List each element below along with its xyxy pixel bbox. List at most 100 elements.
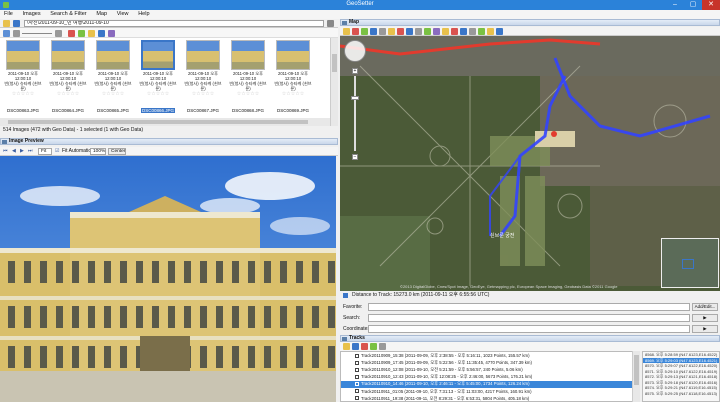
- thumb-size-slider[interactable]: [22, 33, 52, 34]
- search-go-icon[interactable]: ▶: [692, 314, 718, 322]
- map-tools-icon[interactable]: [379, 28, 386, 35]
- track-checkbox[interactable]: [355, 360, 359, 365]
- open-track-icon[interactable]: [343, 343, 350, 350]
- map-set-icon[interactable]: [361, 28, 368, 35]
- thumbnail-hscrollbar[interactable]: [0, 118, 330, 126]
- map-pan-control[interactable]: [344, 40, 366, 62]
- trackpoint-row[interactable]: 8568. 오후 5:28:59 (N47.6123,E16.4522): [643, 352, 719, 358]
- folder-path-input[interactable]: \사진\2011-09-10_빈 여행\2011-09-10: [24, 20, 324, 27]
- track-row[interactable]: Track20110911_01:05 (2011-09-10, 오후 7:31…: [341, 389, 633, 395]
- map-print-icon[interactable]: [469, 28, 476, 35]
- rating-stars[interactable]: ☆☆☆☆☆: [227, 91, 269, 97]
- track-checkbox[interactable]: [355, 353, 359, 358]
- trackpoint-row[interactable]: 8574. 오후 5:29:21 (N47.6119,E16.4515): [643, 385, 719, 391]
- thumbnail-item[interactable]: 2011-09-10 오후 12:00:10 빈(청사) 슈타케 (쇤브룬) ☆☆…: [272, 40, 314, 116]
- map-help-icon[interactable]: [496, 28, 503, 35]
- fit-select[interactable]: Fit: [38, 148, 52, 155]
- filter-icon[interactable]: [108, 30, 115, 37]
- track-checkbox[interactable]: [355, 381, 359, 386]
- trackpoint-row[interactable]: 8575. 오후 5:29:25 (N47.6118,E16.4513): [643, 391, 719, 397]
- track-list-scrollbar[interactable]: [632, 351, 640, 402]
- map-refresh-icon[interactable]: [478, 28, 485, 35]
- rating-stars[interactable]: ☆☆☆☆☆: [2, 91, 44, 97]
- maximize-button[interactable]: ▢: [684, 0, 702, 10]
- zoom-slider-handle[interactable]: [351, 96, 359, 100]
- rating-stars[interactable]: ☆☆☆☆☆: [47, 91, 89, 97]
- thumbnail-item[interactable]: 2011-09-10 오후 12:00:10 빈(청사) 슈타케 (쇤브룬) ☆☆…: [182, 40, 224, 116]
- menu-file[interactable]: File: [0, 10, 17, 18]
- track-checkbox[interactable]: [355, 396, 359, 401]
- track-checkbox[interactable]: [355, 374, 359, 379]
- zoom-out-icon[interactable]: [13, 30, 20, 37]
- folder-icon[interactable]: [3, 20, 10, 27]
- trackpoint-row[interactable]: 8572. 오후 5:29:13 (N47.6121,E16.4518): [643, 374, 719, 380]
- map-marker-icon[interactable]: [352, 28, 359, 35]
- menu-search-filter[interactable]: Search & Filter: [46, 10, 90, 18]
- overview-minimap[interactable]: [661, 238, 719, 288]
- map-route-icon[interactable]: [397, 28, 404, 35]
- track-options-icon[interactable]: [379, 343, 386, 350]
- delete-icon[interactable]: [68, 30, 75, 37]
- rating-stars[interactable]: ☆☆☆☆☆: [272, 91, 314, 97]
- zoom-slider[interactable]: [354, 76, 356, 151]
- add-edit-button[interactable]: Add/Edit...: [692, 303, 718, 311]
- fit-auto-checkbox-icon[interactable]: ☑: [55, 148, 59, 155]
- map-sync-icon[interactable]: [370, 28, 377, 35]
- map-pin-icon[interactable]: [388, 28, 395, 35]
- close-button[interactable]: ✕: [702, 0, 720, 10]
- search-input[interactable]: [368, 314, 690, 322]
- prev-image-icon[interactable]: ◀: [12, 148, 16, 155]
- track-row[interactable]: Track20110910_14:46 (2011-09-10, 오후 2:46…: [341, 381, 633, 388]
- sync-track-icon[interactable]: [370, 343, 377, 350]
- map-info-icon[interactable]: [487, 28, 494, 35]
- track-row[interactable]: Track20110911_19:38 (2011-09-11, 오전 8:29…: [341, 396, 633, 402]
- next-image-icon[interactable]: ▶: [20, 148, 24, 155]
- rating-stars[interactable]: ☆☆☆☆☆: [92, 91, 134, 97]
- map-star-icon[interactable]: [442, 28, 449, 35]
- favorite-select[interactable]: [368, 303, 690, 311]
- thumbnail-item[interactable]: 2011-09-10 오후 12:00:10 빈(청사) 슈타케 (쇤브룬) ☆☆…: [2, 40, 44, 116]
- map-folder-icon[interactable]: [343, 28, 350, 35]
- zoom-in-icon[interactable]: [55, 30, 62, 37]
- coordinates-go-icon[interactable]: ▶: [692, 325, 718, 333]
- menu-images[interactable]: Images: [19, 10, 45, 18]
- sync-icon[interactable]: [98, 30, 105, 37]
- satellite-map[interactable]: + − 쇤브룬 궁전 ©2013 DigitalGlobe, Cnes/Spot…: [340, 36, 720, 291]
- save-track-icon[interactable]: [352, 343, 359, 350]
- thumbnail-item[interactable]: 2011-09-10 오후 12:00:10 빈(청사) 슈타케 (쇤브룬) ☆☆…: [227, 40, 269, 116]
- coordinates-input[interactable]: [368, 325, 690, 333]
- refresh-icon[interactable]: [13, 20, 20, 27]
- zoom-out-map-icon[interactable]: −: [352, 154, 358, 160]
- delete-track-icon[interactable]: [361, 343, 368, 350]
- track-row[interactable]: Track20110910_12:43 (2011-09-10, 오후 12:0…: [341, 374, 633, 380]
- thumbnail-scrollbar[interactable]: [330, 38, 338, 126]
- zoom-select[interactable]: 100%: [90, 148, 106, 155]
- track-row[interactable]: Track20110910_12:08 (2011-09-10, 오전 5:21…: [341, 367, 633, 373]
- menu-map[interactable]: Map: [92, 10, 111, 18]
- minimize-button[interactable]: –: [666, 0, 684, 10]
- zoom-in-map-icon[interactable]: +: [352, 68, 358, 74]
- track-row[interactable]: Track20110909_17:45 (2011-09-09, 오후 5:22…: [341, 360, 633, 366]
- track-checkbox[interactable]: [355, 389, 359, 393]
- browse-icon[interactable]: [327, 20, 334, 27]
- map-export-icon[interactable]: [460, 28, 467, 35]
- view-mode-icon[interactable]: [3, 30, 10, 37]
- map-settings-icon[interactable]: [415, 28, 422, 35]
- menu-view[interactable]: View: [113, 10, 133, 18]
- track-checkbox[interactable]: [355, 367, 359, 372]
- thumbnail-item[interactable]: 2011-09-10 오후 12:00:10 빈(청사) 슈타케 (쇤브룬) ☆☆…: [137, 40, 179, 116]
- last-image-icon[interactable]: ⏭: [28, 148, 33, 155]
- edit-icon[interactable]: [88, 30, 95, 37]
- center-button[interactable]: Center: [108, 148, 126, 155]
- map-delete-icon[interactable]: [451, 28, 458, 35]
- menu-help[interactable]: Help: [134, 10, 153, 18]
- thumbnail-item[interactable]: 2011-09-10 오후 12:00:10 빈(청사) 슈타케 (쇤브룬) ☆☆…: [92, 40, 134, 116]
- trackpoint-row[interactable]: 8570. 오후 5:29:07 (N47.6122,E16.4520): [643, 363, 719, 369]
- map-track-icon[interactable]: [433, 28, 440, 35]
- rating-stars[interactable]: ☆☆☆☆☆: [182, 91, 224, 97]
- thumbnail-item[interactable]: 2011-09-10 오후 12:00:10 빈(청사) 슈타케 (쇤브룬) ☆☆…: [47, 40, 89, 116]
- track-row[interactable]: Track20110909_15:38 (2011-09-09, 오후 2:38…: [341, 353, 633, 359]
- map-layer-icon[interactable]: [424, 28, 431, 35]
- map-zoom-icon[interactable]: [406, 28, 413, 35]
- first-image-icon[interactable]: ⏮: [3, 148, 8, 155]
